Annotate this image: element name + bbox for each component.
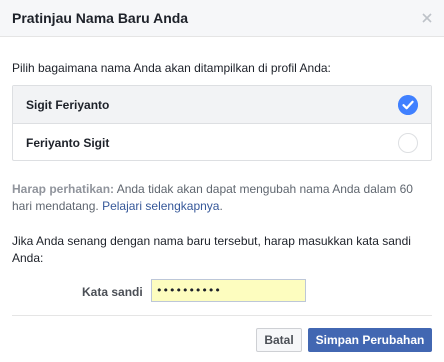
cancel-button[interactable]: Batal	[256, 328, 302, 352]
name-option-2[interactable]: Feriyanto Sigit	[13, 124, 431, 161]
change-name-dialog: Pratinjau Nama Baru Anda Pilih bagaimana…	[0, 0, 444, 362]
close-icon[interactable]	[420, 11, 434, 25]
password-label: Kata sandi	[82, 285, 143, 299]
name-option-label: Feriyanto Sigit	[26, 136, 110, 150]
learn-more-link[interactable]: Pelajari selengkapnya	[102, 199, 219, 213]
dialog-header: Pratinjau Nama Baru Anda	[0, 0, 444, 37]
checked-radio-icon[interactable]	[398, 95, 418, 115]
notice-suffix: .	[219, 199, 223, 213]
save-changes-button[interactable]: Simpan Perubahan	[308, 328, 432, 352]
name-option-label: Sigit Feriyanto	[26, 98, 110, 112]
notice-text: Harap perhatikan: Anda tidak akan dapat …	[12, 181, 432, 215]
name-option-1[interactable]: Sigit Feriyanto	[13, 86, 431, 124]
unchecked-radio-icon[interactable]	[398, 133, 418, 153]
name-options: Sigit Feriyanto Feriyanto Sigit	[12, 85, 432, 161]
password-prompt: Jika Anda senang dengan nama baru terseb…	[12, 234, 411, 265]
footer-divider	[12, 315, 432, 316]
notice-prefix: Harap perhatikan:	[12, 182, 115, 196]
password-input[interactable]	[151, 279, 306, 302]
dialog-title: Pratinjau Nama Baru Anda	[12, 10, 189, 26]
intro-text: Pilih bagaimana nama Anda akan ditampilk…	[12, 61, 331, 75]
